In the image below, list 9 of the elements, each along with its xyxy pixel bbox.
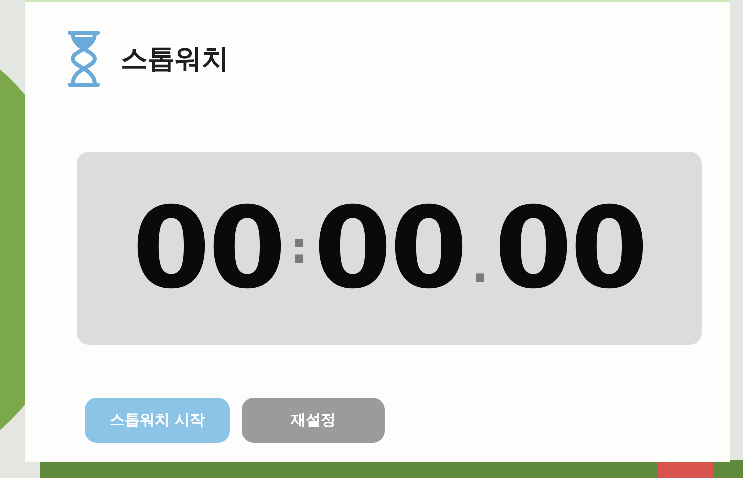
seconds-digits: 00 bbox=[314, 192, 466, 304]
start-button[interactable]: 스톱워치 시작 bbox=[85, 398, 230, 443]
card-title: 스톱워치 bbox=[121, 43, 229, 77]
colon-separator: : bbox=[290, 223, 308, 274]
minutes-digits: 00 bbox=[132, 192, 284, 304]
reset-button[interactable]: 재설정 bbox=[242, 398, 385, 443]
hourglass-icon bbox=[67, 29, 101, 89]
dot-separator: . bbox=[472, 242, 489, 293]
hundredths-digits: 00 bbox=[494, 192, 646, 304]
